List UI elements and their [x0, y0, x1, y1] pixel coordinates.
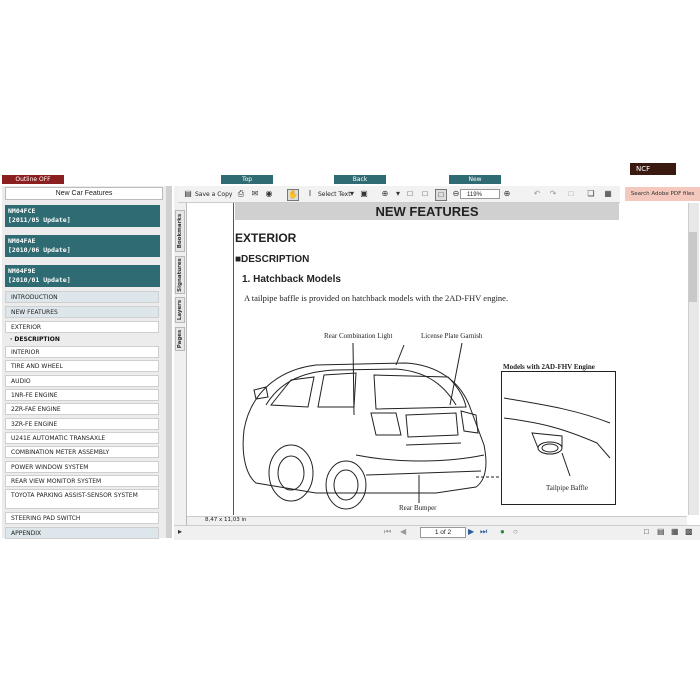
previous-page-icon[interactable]: ◀ — [400, 527, 406, 537]
tab-signatures[interactable]: Signatures — [175, 256, 185, 294]
tools-icon[interactable]: ▦ — [603, 189, 613, 199]
page-header: NEW FEATURES — [235, 203, 619, 220]
copy-icon[interactable]: ❏ — [586, 189, 596, 199]
car-rear-illustration — [242, 342, 502, 510]
nav-item-exterior[interactable]: EXTERIOR — [5, 321, 159, 333]
zoom-level-field[interactable]: 119% — [460, 189, 500, 199]
inset-title: Models with 2AD-FHV Engine — [503, 363, 595, 371]
nav-item-new-features[interactable]: NEW FEATURES — [5, 306, 159, 318]
nav-item-description[interactable]: · DESCRIPTION — [5, 334, 159, 346]
rotate-right-icon[interactable]: ↷ — [548, 189, 558, 199]
document-link-nm04fae[interactable]: NM04FAE [2010/06 Update] — [5, 235, 160, 257]
doc-code: NM04FAE — [8, 237, 36, 245]
go-forward-icon[interactable]: ● — [500, 527, 505, 537]
doc-code: NM04FCE — [8, 207, 36, 215]
nav-item-audio[interactable]: AUDIO — [5, 375, 159, 387]
nav-item-interior[interactable]: INTERIOR — [5, 346, 159, 358]
nav-item-introduction[interactable]: INTRODUCTION — [5, 291, 159, 303]
document-link-nm04fce[interactable]: NM04FCE [2011/05 Update] — [5, 205, 160, 227]
back-button[interactable]: Back — [334, 175, 386, 184]
zoom-in-icon[interactable]: ⊕ — [502, 189, 512, 199]
facing-page-icon[interactable]: ▦ — [671, 527, 679, 537]
nav-item-tire-and-wheel[interactable]: TIRE AND WHEEL — [5, 360, 159, 372]
tab-signatures-label: Signatures — [177, 258, 183, 292]
go-back-icon[interactable]: ○ — [513, 527, 518, 537]
page-number-field[interactable]: 1 of 2 — [420, 527, 466, 538]
doc-update: [2010/06 Update] — [8, 246, 71, 254]
single-page-icon[interactable]: □ — [644, 527, 649, 537]
select-text-icon[interactable]: I — [305, 189, 315, 199]
hand-tool-icon[interactable]: ✋ — [287, 189, 299, 201]
nav-item-combination-meter[interactable]: COMBINATION METER ASSEMBLY — [5, 446, 159, 458]
outline-toggle-button[interactable]: Outline OFF — [2, 175, 64, 184]
tab-layers-label: Layers — [177, 299, 183, 321]
nav-item-3zr-fe-engine[interactable]: 3ZR-FE ENGINE — [5, 418, 159, 430]
zoom-in-icon[interactable]: ⊕ — [380, 189, 390, 199]
nav-item-steering-pad[interactable]: STEERING PAD SWITCH — [5, 512, 159, 524]
nav-item-power-window[interactable]: POWER WINDOW SYSTEM — [5, 461, 159, 473]
email-icon[interactable]: ✉ — [250, 189, 260, 199]
nav-item-appendix[interactable]: APPENDIX — [5, 527, 159, 539]
save-copy-button[interactable]: Save a Copy — [195, 189, 232, 200]
subsection-title: ■DESCRIPTION — [235, 254, 310, 265]
snapshot-icon[interactable]: ▣ — [359, 189, 369, 199]
print-icon[interactable]: ⎙ — [236, 189, 246, 199]
doc-update: [2010/01 Update] — [8, 276, 71, 284]
tab-layers[interactable]: Layers — [175, 297, 185, 323]
select-text-button[interactable]: Select Text — [318, 189, 351, 200]
ncf-label: NCF — [630, 163, 676, 175]
continuous-facing-icon[interactable]: ▩ — [685, 527, 693, 537]
last-page-icon[interactable]: ⏭ — [480, 527, 487, 537]
save-icon[interactable]: ▤ — [183, 189, 193, 199]
heading-hatchback: 1. Hatchback Models — [242, 274, 341, 285]
first-page-icon[interactable]: ⏮ — [384, 527, 391, 537]
top-button[interactable]: Top — [221, 175, 273, 184]
nav-item-parking-assist[interactable]: TOYOTA PARKING ASSIST-SENSOR SYSTEM — [5, 489, 159, 509]
new-button[interactable]: New — [449, 175, 501, 184]
find-icon[interactable]: ◉ — [264, 189, 274, 199]
tab-bookmarks[interactable]: Bookmarks — [175, 210, 185, 252]
actual-size-icon[interactable]: □ — [405, 189, 415, 199]
chevron-right-icon[interactable]: ▸ — [178, 527, 182, 537]
nav-item-1nr-fe-engine[interactable]: 1NR-FE ENGINE — [5, 389, 159, 401]
chevron-down-icon[interactable]: ▾ — [393, 189, 403, 199]
page-icon[interactable]: □ — [566, 189, 576, 199]
continuous-page-icon[interactable]: ▤ — [657, 527, 665, 537]
nav-item-2zr-fae-engine[interactable]: 2ZR-FAE ENGINE — [5, 403, 159, 415]
section-title: EXTERIOR — [235, 231, 297, 245]
document-link-nm04f9e[interactable]: NM04F9E [2010/01 Update] — [5, 265, 160, 287]
fit-page-icon[interactable]: □ — [420, 189, 430, 199]
search-adobe-pdf-button[interactable]: Search Adobe PDF files — [625, 187, 700, 201]
callout-tailpipe-baffle: Tailpipe Baffle — [546, 484, 588, 492]
nav-item-rear-view-monitor[interactable]: REAR VIEW MONITOR SYSTEM — [5, 475, 159, 487]
nav-item-u241e-transaxle[interactable]: U241E AUTOMATIC TRANSAXLE — [5, 432, 159, 444]
tab-bookmarks-label: Bookmarks — [177, 213, 183, 249]
rotate-left-icon[interactable]: ↶ — [532, 189, 542, 199]
document-horizontal-scrollbar[interactable] — [187, 516, 687, 525]
doc-code: NM04F9E — [8, 267, 36, 275]
page-size-readout: 8,47 x 11,03 in — [205, 517, 247, 523]
scrollbar-thumb[interactable] — [689, 232, 697, 302]
left-panel-scrollbar[interactable] — [166, 186, 172, 538]
chevron-down-icon[interactable]: ▾ — [347, 189, 357, 199]
left-panel-title: New Car Features — [5, 187, 163, 200]
body-text: A tailpipe baffle is provided on hatchba… — [244, 293, 509, 303]
doc-update: [2011/05 Update] — [8, 216, 71, 224]
tab-pages[interactable]: Pages — [175, 327, 185, 351]
fit-width-icon[interactable]: □ — [435, 189, 447, 201]
tab-pages-label: Pages — [177, 329, 183, 349]
next-page-icon[interactable]: ▶ — [468, 527, 474, 537]
